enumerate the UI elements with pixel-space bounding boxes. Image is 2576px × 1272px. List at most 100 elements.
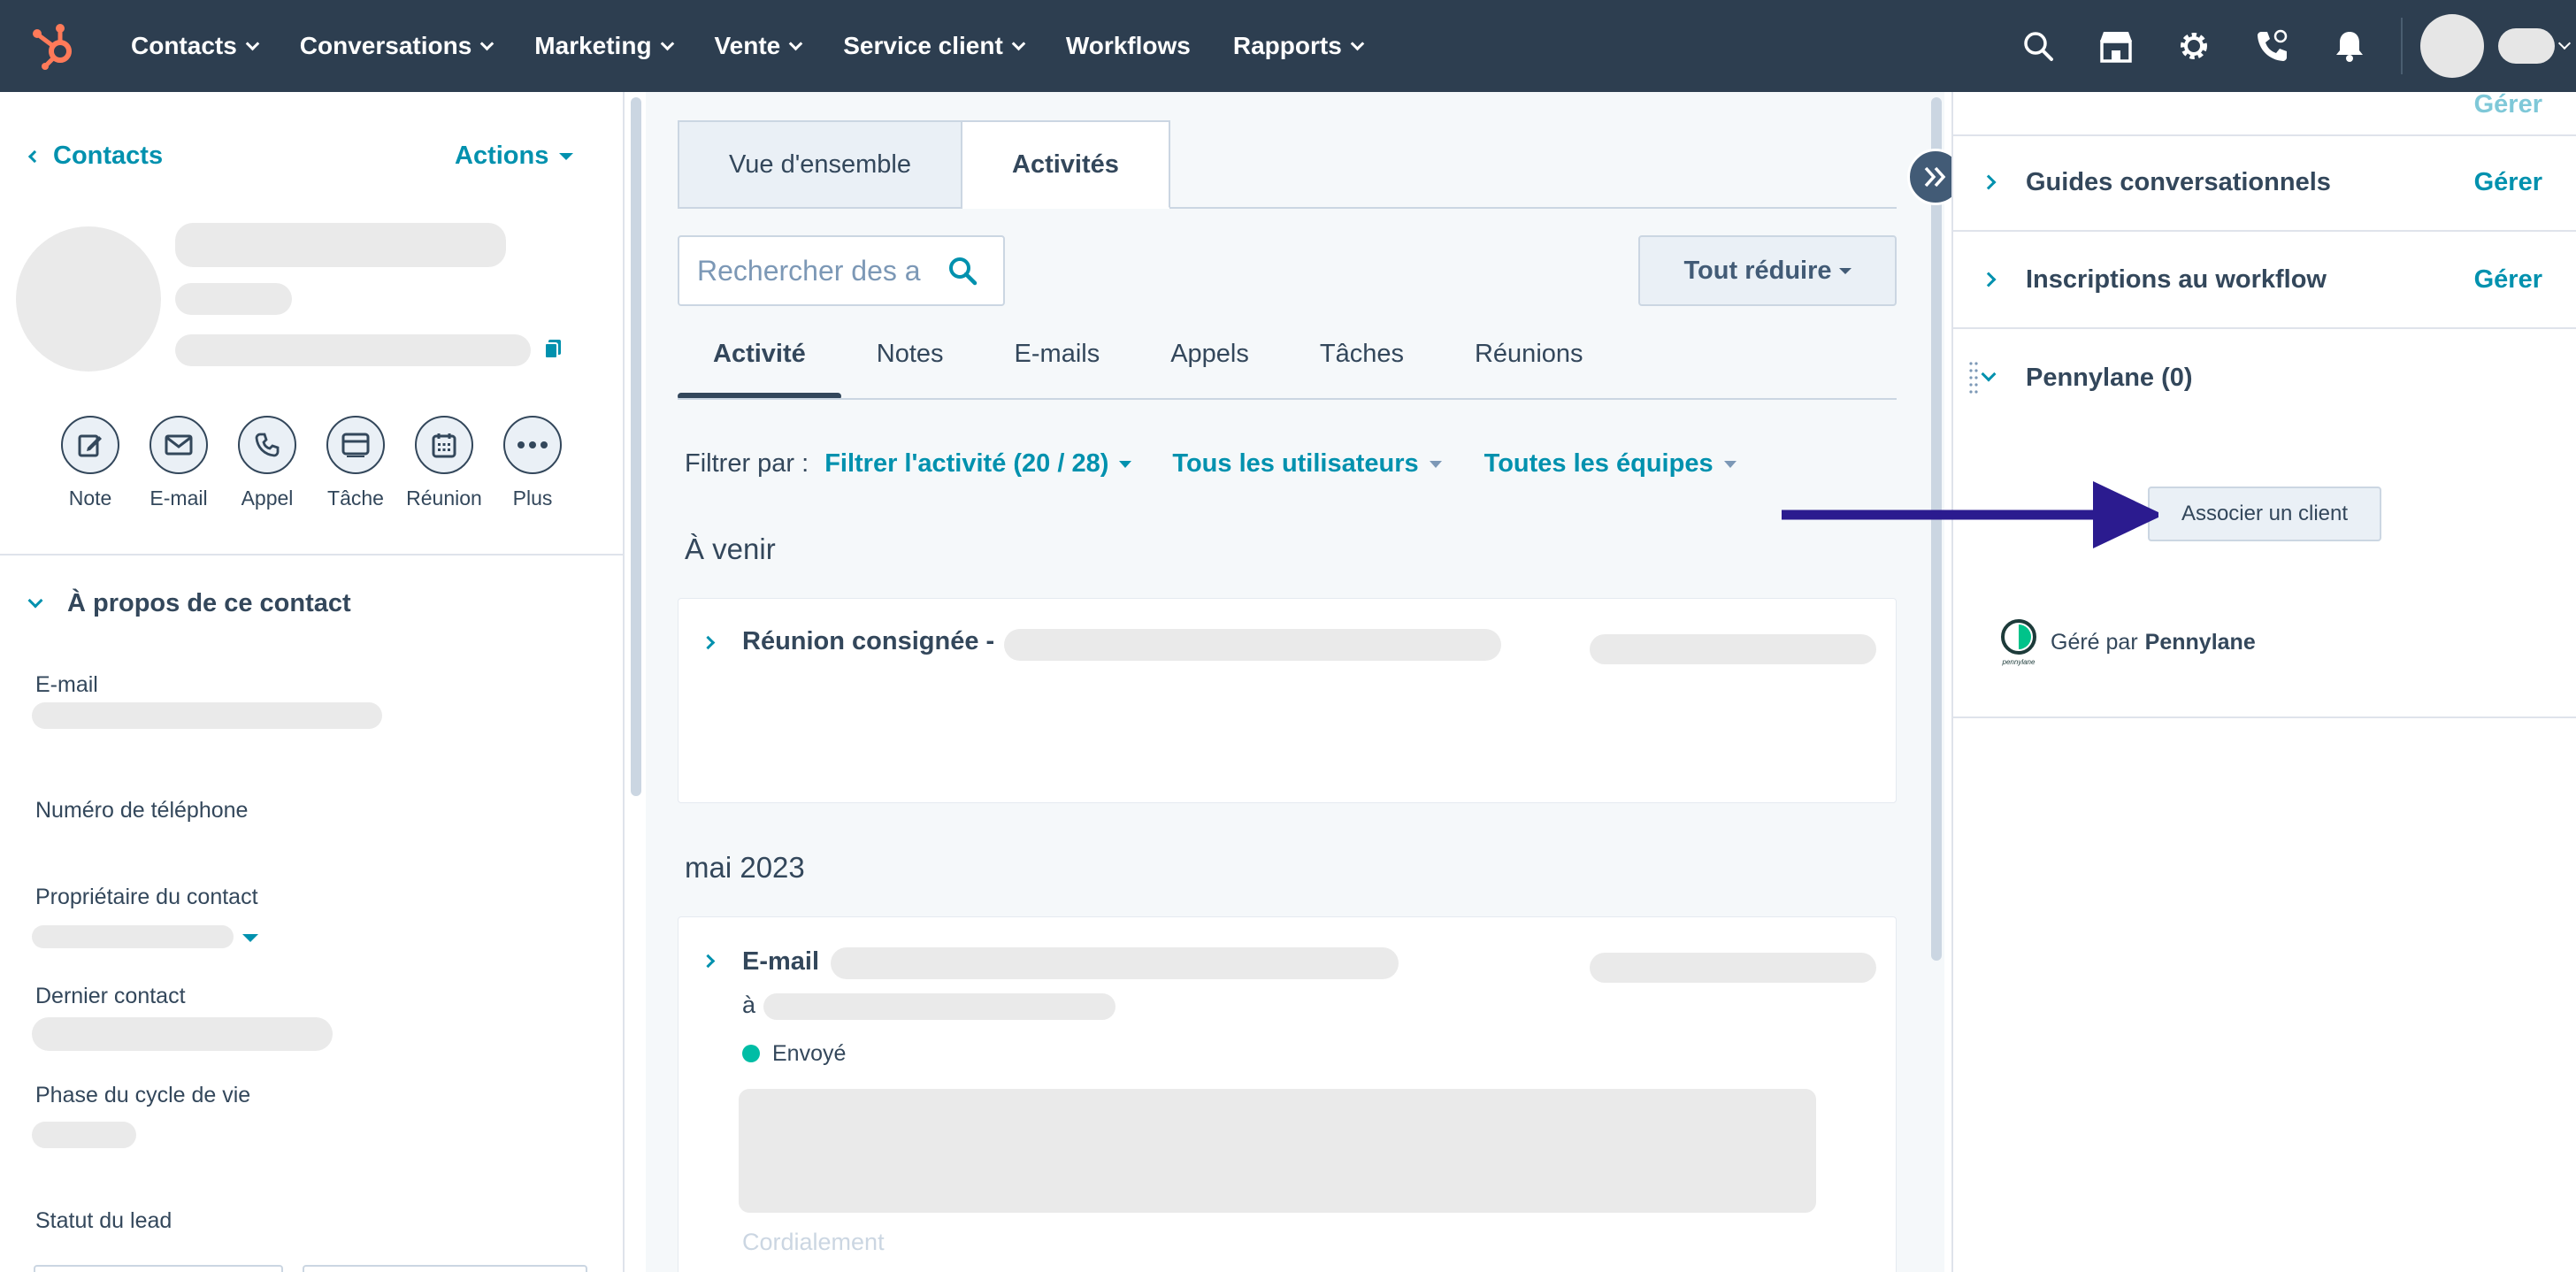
chevron-down-icon[interactable] (2557, 36, 2572, 50)
tab-overview[interactable]: Vue d'ensemble (678, 120, 962, 209)
lifecycle-property-value[interactable] (32, 1122, 136, 1148)
subtab-calls[interactable]: Appels (1135, 340, 1284, 400)
collapse-all-button[interactable]: Tout réduire (1638, 235, 1897, 306)
contact-email-placeholder (175, 334, 531, 366)
nav-marketing[interactable]: Marketing (534, 32, 674, 60)
activity-search-input[interactable] (697, 254, 936, 287)
quick-action-meeting[interactable]: Réunion (400, 416, 488, 510)
subtab-label: Réunions (1474, 340, 1583, 368)
managed-by-label: Géré par (2051, 629, 2138, 655)
marketplace-icon[interactable] (2097, 27, 2135, 65)
user-avatar[interactable] (2420, 14, 2484, 78)
back-link-label: Contacts (53, 142, 164, 170)
filter-teams-dropdown[interactable]: Toutes les équipes (1484, 449, 1736, 479)
about-section-toggle[interactable]: À propos de ce contact (27, 589, 351, 618)
left-scrollbar[interactable] (628, 96, 644, 1272)
lead-status-field[interactable] (34, 1265, 283, 1272)
task-icon (326, 416, 385, 474)
manage-link[interactable]: Gérer (2474, 92, 2542, 119)
hubspot-logo-icon[interactable] (28, 19, 81, 73)
nav-vente[interactable]: Vente (714, 32, 803, 60)
nav-divider (2401, 18, 2403, 74)
note-icon (61, 416, 119, 474)
pennylane-section-title: Pennylane (0) (2026, 363, 2193, 392)
subtab-emails[interactable]: E-mails (979, 340, 1136, 400)
actions-menu[interactable]: Actions (455, 142, 574, 171)
back-to-contacts-link[interactable]: Contacts (27, 142, 164, 171)
email-status-text: Envoyé (772, 1041, 847, 1066)
record-tabs: Vue d'ensemble Activités (678, 120, 1170, 209)
subtab-label: Appels (1170, 340, 1249, 368)
nav-conversations[interactable]: Conversations (300, 32, 494, 60)
drag-handle-icon[interactable] (1969, 360, 1978, 395)
sidebar-row-pennylane[interactable]: Pennylane (0) (1953, 329, 2576, 426)
chevron-down-icon (27, 593, 43, 608)
caret-down-icon[interactable] (242, 934, 258, 942)
manage-link[interactable]: Gérer (2474, 265, 2542, 295)
subtab-notes[interactable]: Notes (841, 340, 979, 400)
tabs-divider (1169, 207, 1897, 209)
sidebar-row-conversational-guides[interactable]: Guides conversationnels Gérer (1953, 134, 2576, 232)
sent-status-dot (742, 1045, 760, 1062)
quick-action-task[interactable]: Tâche (311, 416, 400, 510)
copy-icon[interactable] (543, 338, 563, 359)
quick-action-note[interactable]: Note (46, 416, 134, 510)
manage-link[interactable]: Gérer (2474, 168, 2542, 197)
filter-activity-dropdown[interactable]: Filtrer l'activité (20 / 28) (824, 449, 1132, 479)
activity-panel: Vue d'ensemble Activités Tout réduire Ac… (646, 92, 1944, 1272)
email-property-value[interactable] (32, 702, 382, 729)
account-switcher[interactable] (2498, 28, 2555, 64)
quick-action-call[interactable]: Appel (223, 416, 311, 510)
subtab-activity[interactable]: Activité (678, 340, 841, 400)
subtab-label: Activité (713, 340, 806, 368)
contact-avatar[interactable] (16, 226, 161, 372)
activity-scrollbar[interactable] (1928, 96, 1944, 1272)
sidebar-row-workflow-enrollments[interactable]: Inscriptions au workflow Gérer (1953, 232, 2576, 329)
email-preview-text: Cordialement (742, 1229, 885, 1255)
quick-action-email[interactable]: E-mail (134, 416, 223, 510)
subtab-meetings[interactable]: Réunions (1439, 340, 1619, 400)
filter-users-dropdown[interactable]: Tous les utilisateurs (1172, 449, 1442, 479)
nav-service-client[interactable]: Service client (843, 32, 1026, 60)
subtab-tasks[interactable]: Tâches (1284, 340, 1439, 400)
nav-workflows[interactable]: Workflows (1066, 32, 1191, 60)
tab-activities[interactable]: Activités (962, 120, 1170, 209)
tab-activities-label: Activités (1012, 149, 1119, 179)
scrollbar-thumb[interactable] (631, 97, 641, 796)
sidebar-row-partial[interactable]: Gérer (1953, 92, 2576, 136)
chevron-left-icon (27, 149, 42, 163)
chevron-right-icon[interactable] (701, 954, 716, 969)
calling-icon[interactable] (2252, 27, 2291, 65)
nav-rapports[interactable]: Rapports (1233, 32, 1365, 60)
about-section-title: À propos de ce contact (67, 589, 351, 617)
search-icon[interactable] (2019, 27, 2058, 65)
quick-action-more[interactable]: Plus (488, 416, 577, 510)
associate-client-button[interactable]: Associer un client (2148, 487, 2381, 541)
activity-type-tabs: Activité Notes E-mails Appels Tâches Réu… (678, 340, 1619, 400)
call-icon (238, 416, 296, 474)
last-contact-property-value (32, 1017, 333, 1051)
notifications-icon[interactable] (2330, 27, 2369, 65)
quick-action-label: Tâche (327, 487, 384, 510)
meeting-activity-card: Réunion consignée - (678, 598, 1897, 803)
associate-client-label: Associer un client (2181, 502, 2349, 525)
month-section-title: mai 2023 (685, 851, 805, 884)
search-icon[interactable] (947, 255, 978, 287)
right-sidebar: Gérer Guides conversationnels Gérer Insc… (1951, 92, 2576, 1272)
nav-vente-label: Vente (714, 32, 781, 59)
email-card-title[interactable]: E-mail (742, 947, 819, 977)
chevron-down-icon (1350, 36, 1365, 50)
property-field[interactable] (303, 1265, 587, 1272)
email-date-placeholder (1590, 953, 1876, 983)
contact-sidebar: Contacts Actions Note E-mail Appel Tâche… (0, 92, 625, 1272)
last-contact-property-label: Dernier contact (35, 984, 186, 1008)
sidebar-row-title: Inscriptions au workflow (2026, 264, 2327, 294)
sidebar-row-title: Guides conversationnels (2026, 167, 2331, 196)
nav-contacts[interactable]: Contacts (131, 32, 260, 60)
chevron-right-icon[interactable] (701, 635, 716, 650)
owner-property-value[interactable] (32, 925, 234, 948)
quick-action-label: Note (68, 487, 112, 510)
email-recipient-label: à (742, 992, 756, 1018)
settings-icon[interactable] (2174, 27, 2213, 65)
meeting-card-title[interactable]: Réunion consignée - (742, 627, 994, 656)
